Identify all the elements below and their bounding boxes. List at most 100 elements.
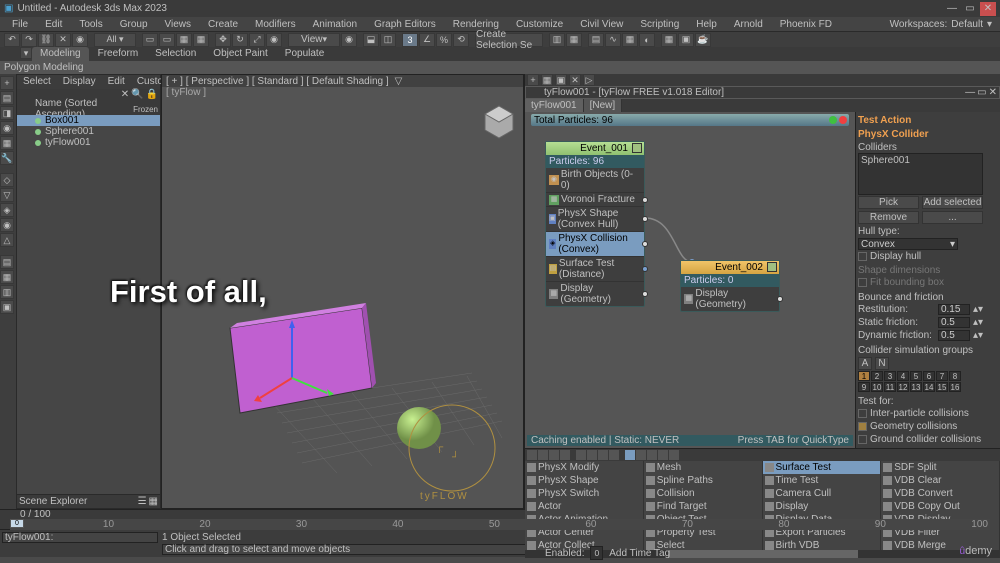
se-tab-display[interactable]: Display (57, 75, 102, 89)
pick-button[interactable]: Pick (858, 196, 919, 209)
menu-civilview[interactable]: Civil View (572, 19, 631, 30)
menu-create[interactable]: Create (200, 19, 246, 30)
create-panel-icon[interactable]: + (0, 76, 14, 90)
named-sel-dropdown[interactable]: Create Selection Se (475, 33, 543, 47)
lib-item[interactable]: Surface Test (763, 461, 881, 474)
select-window-button[interactable]: ▦ (193, 33, 209, 47)
sim-group-cell[interactable]: 10 (871, 382, 883, 392)
minimize-icon[interactable]: — (965, 87, 975, 98)
lib-item[interactable]: Collision (644, 487, 762, 500)
display-panel-icon[interactable]: ▦ (0, 136, 14, 150)
rotate-button[interactable]: ↻ (232, 33, 248, 47)
op-voronoi[interactable]: ▦Voronoi Fracture (546, 193, 644, 207)
lib-item[interactable]: Mesh (644, 461, 762, 474)
select-button[interactable]: ▭ (142, 33, 158, 47)
lib-item[interactable]: Spline Paths (644, 474, 762, 487)
lib-icon[interactable] (576, 450, 586, 460)
link-button[interactable]: ⛓ (38, 33, 54, 47)
geometry-collisions-checkbox[interactable] (858, 422, 867, 431)
ribbon-toggle-button[interactable]: ▾ (20, 47, 32, 59)
workspace-dropdown[interactable]: Default (951, 19, 983, 30)
undo-button[interactable]: ↶ (4, 33, 20, 47)
filter-dropdown[interactable]: All ▾ (94, 33, 136, 47)
menu-modifiers[interactable]: Modifiers (247, 19, 304, 30)
maximize-button[interactable]: ▭ (962, 2, 978, 16)
op-physx-collision[interactable]: ◈PhysX Collision (Convex) (546, 232, 644, 257)
test-action-header[interactable]: Test Action (858, 114, 983, 127)
angle-snap-button[interactable]: ∠ (419, 33, 435, 47)
select-name-button[interactable]: ▭ (159, 33, 175, 47)
node-graph[interactable]: Total Particles: 96 Event_001 Particles:… (525, 112, 855, 448)
ribbon-tab-modeling[interactable]: Modeling (32, 47, 89, 61)
render-frame-button[interactable]: ▣ (678, 33, 694, 47)
ground-collisions-checkbox[interactable] (858, 435, 867, 444)
hierarchy-panel-icon[interactable]: ◨ (0, 106, 14, 120)
lib-icon[interactable] (625, 450, 635, 460)
tool-icon-d[interactable]: ◉ (0, 218, 14, 232)
close-icon[interactable]: ✕ (989, 87, 997, 98)
redo-button[interactable]: ↷ (21, 33, 37, 47)
menu-views[interactable]: Views (157, 19, 200, 30)
ribbon-tab-populate[interactable]: Populate (277, 47, 332, 61)
sim-group-cell[interactable]: 12 (897, 382, 909, 392)
ribbon-tab-selection[interactable]: Selection (147, 47, 204, 61)
more-button[interactable]: ... (922, 211, 983, 224)
keymode-button[interactable]: ◫ (380, 33, 396, 47)
event-header[interactable]: Event_001 (546, 142, 644, 155)
sim-group-cell[interactable]: 14 (923, 382, 935, 392)
display-hull-checkbox[interactable] (858, 252, 867, 261)
lib-item[interactable]: Birth VDB (763, 539, 881, 550)
menu-group[interactable]: Group (112, 19, 156, 30)
sim-group-cell[interactable]: 6 (923, 371, 935, 381)
tool-icon-a[interactable]: ◇ (0, 173, 14, 187)
op-birth[interactable]: ◉Birth Objects (0-0) (546, 168, 644, 193)
restitution-input[interactable] (938, 304, 970, 315)
lib-item[interactable]: PhysX Shape (525, 474, 643, 487)
lib-icon[interactable] (549, 450, 559, 460)
lib-item[interactable]: PhysX Switch (525, 487, 643, 500)
lib-icon[interactable] (636, 450, 646, 460)
command-prompt[interactable]: Click and drag to select and move object… (162, 544, 538, 555)
spinner-icon[interactable]: ▴▾ (973, 330, 983, 341)
menu-tools[interactable]: Tools (71, 19, 110, 30)
minimize-button[interactable]: — (944, 2, 960, 16)
lib-item[interactable]: SDF Split (881, 461, 999, 474)
lib-item[interactable]: VDB Copy Out (881, 500, 999, 513)
colliders-list[interactable]: Sphere001 (858, 153, 983, 195)
filter-icon[interactable]: ▽ (395, 76, 403, 87)
place-button[interactable]: ◉ (266, 33, 282, 47)
event-node[interactable]: Event_002 Particles: 0 ▦Display (Geometr… (680, 260, 780, 312)
material-editor-button[interactable]: ◐ (639, 33, 655, 47)
move-button[interactable]: ✥ (215, 33, 231, 47)
sim-group-cell[interactable]: 9 (858, 382, 870, 392)
lib-icon[interactable] (669, 450, 679, 460)
align-button[interactable]: ▦ (566, 33, 582, 47)
menu-help[interactable]: Help (688, 19, 725, 30)
sphere-object[interactable] (397, 407, 441, 449)
menu-grapheditors[interactable]: Graph Editors (366, 19, 444, 30)
clear-icon[interactable]: ▷ (583, 74, 595, 86)
delete-icon[interactable]: ✕ (569, 74, 581, 86)
render-setup-button[interactable]: ▦ (661, 33, 677, 47)
inter-particle-checkbox[interactable] (858, 409, 867, 418)
grid-icon[interactable]: ▦ (149, 496, 158, 507)
remove-button[interactable]: Remove (858, 211, 919, 224)
lib-icon[interactable] (598, 450, 608, 460)
chevron-down-icon[interactable]: ▾ (987, 19, 992, 30)
view-cube[interactable] (479, 102, 519, 142)
manip-button[interactable]: ⬓ (363, 33, 379, 47)
all-button[interactable]: A (858, 357, 872, 370)
hull-type-dropdown[interactable]: Convex▾ (858, 238, 958, 250)
list-item[interactable]: Sphere001 (17, 126, 160, 137)
event-header[interactable]: Event_002 (681, 261, 779, 274)
add-selected-button[interactable]: Add selected (922, 196, 983, 209)
pivot-button[interactable]: ◉ (341, 33, 357, 47)
viewport-label[interactable]: [ + ] [ Perspective ] [ Standard ] [ Def… (166, 76, 389, 87)
sim-group-cell[interactable]: 1 (858, 371, 870, 381)
se-tab-edit[interactable]: Edit (102, 75, 131, 89)
editor-tab-new[interactable]: [New] (584, 99, 623, 112)
tool-icon-g[interactable]: ▦ (0, 270, 14, 284)
sim-group-cell[interactable]: 2 (871, 371, 883, 381)
refsys-dropdown[interactable]: View ▾ (288, 33, 340, 47)
lib-item[interactable]: Display (763, 500, 881, 513)
